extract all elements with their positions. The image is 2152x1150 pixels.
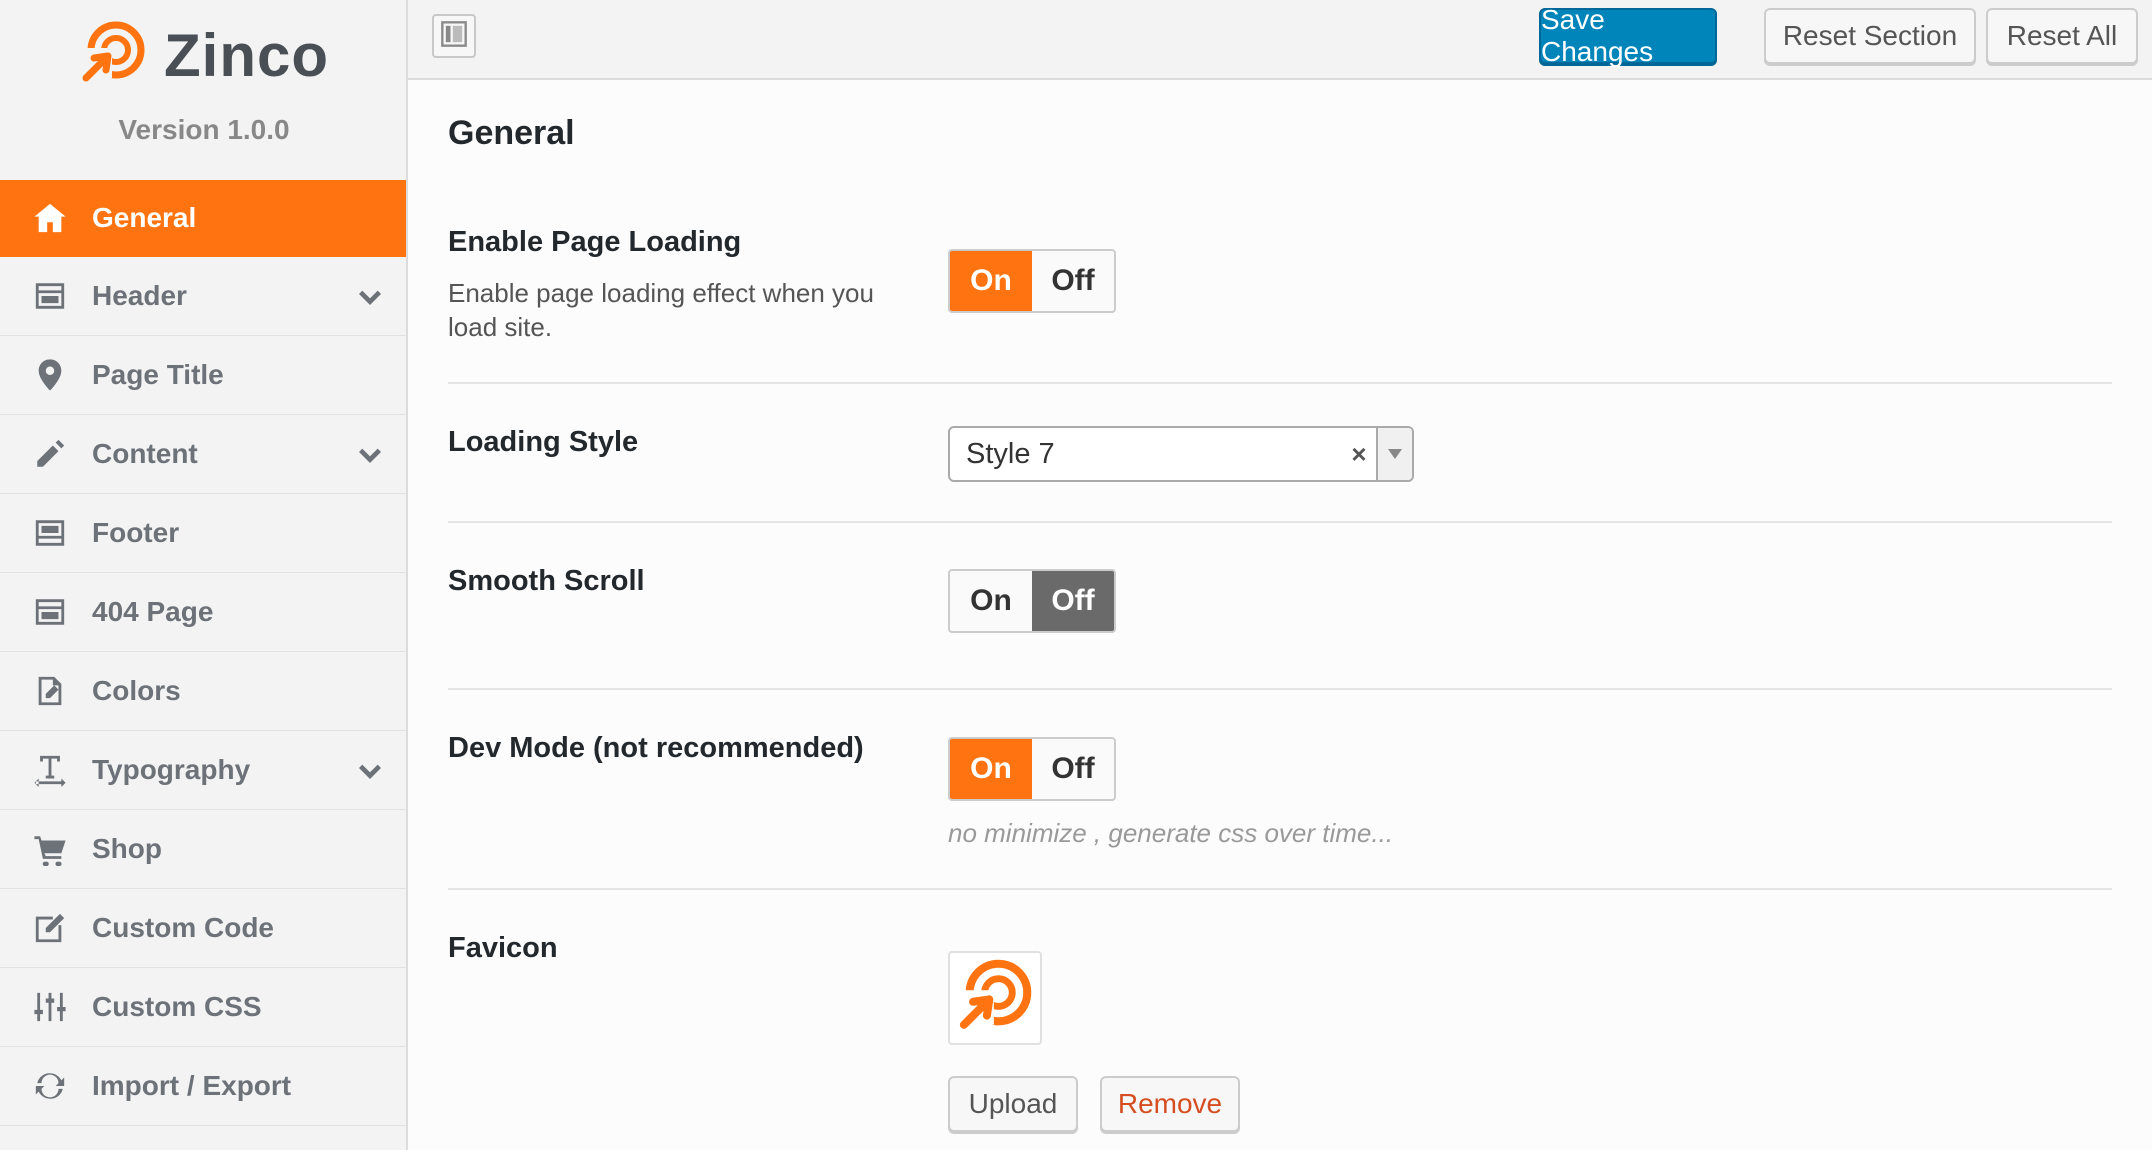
zinco-logo-icon xyxy=(957,958,1033,1039)
loading-style-select[interactable]: Style 7 × xyxy=(948,426,1414,482)
dev-mode-label: Dev Mode (not recommended) xyxy=(448,732,864,764)
expand-panel-button[interactable] xyxy=(432,14,476,58)
section-title: General xyxy=(448,114,575,152)
settings-panel: General Enable Page Loading Enable page … xyxy=(408,80,2152,1150)
remove-button[interactable]: Remove xyxy=(1100,1076,1240,1132)
save-changes-button[interactable]: Save Changes xyxy=(1539,4,1717,67)
toggle-off-option[interactable]: Off xyxy=(1032,739,1114,799)
sidebar-item-custom-code[interactable]: Custom Code xyxy=(0,889,406,968)
smooth-scroll-label: Smooth Scroll xyxy=(448,565,645,597)
sidebar-item-custom-css[interactable]: Custom CSS xyxy=(0,968,406,1047)
sidebar-item-shop[interactable]: Shop xyxy=(0,810,406,889)
layout-icon xyxy=(30,592,70,632)
layout-icon xyxy=(30,513,70,553)
home-icon xyxy=(30,198,70,238)
sidebar-item-404-page[interactable]: 404 Page xyxy=(0,573,406,652)
toggle-off-option[interactable]: Off xyxy=(1032,251,1114,311)
sidebar-item-label: General xyxy=(92,202,197,233)
sidebar-item-label: Page Title xyxy=(92,359,224,390)
reset-all-button[interactable]: Reset All xyxy=(1986,8,2138,64)
refresh-icon xyxy=(30,1066,70,1106)
logo[interactable]: Zinco xyxy=(80,20,329,91)
sidebar-item-label: 404 Page xyxy=(92,596,214,627)
sidebar-item-label: Import / Export xyxy=(92,1070,292,1101)
reset-section-button[interactable]: Reset Section xyxy=(1764,8,1976,64)
loading-style-label: Loading Style xyxy=(448,426,639,458)
dev-mode-toggle[interactable]: On Off xyxy=(948,737,1116,801)
sidebar-item-label: Footer xyxy=(92,517,180,548)
sidebar-item-import-export[interactable]: Import / Export xyxy=(0,1047,406,1126)
favicon-label: Favicon xyxy=(448,932,558,964)
sidebar-item-label: Header xyxy=(92,280,187,311)
edit-page-icon xyxy=(30,671,70,711)
clear-icon[interactable]: × xyxy=(1342,439,1376,470)
cart-icon xyxy=(30,829,70,869)
sidebar-item-page-title[interactable]: Page Title xyxy=(0,336,406,415)
layout-icon xyxy=(30,276,70,316)
sidebar-item-label: Typography xyxy=(92,754,251,785)
layout-toggle-icon xyxy=(440,20,468,53)
sidebar-item-header[interactable]: Header xyxy=(0,257,406,336)
sidebar-item-typography[interactable]: Typography xyxy=(0,731,406,810)
text-cursor-icon xyxy=(30,750,70,790)
select-value: Style 7 xyxy=(966,437,1055,470)
upload-button[interactable]: Upload xyxy=(948,1076,1078,1132)
divider xyxy=(448,382,2112,384)
favicon-preview xyxy=(948,951,1042,1045)
page-loading-label: Enable Page Loading xyxy=(448,226,742,258)
pencil-icon xyxy=(30,434,70,474)
sidebar-item-label: Content xyxy=(92,438,198,469)
divider xyxy=(448,688,2112,690)
dropdown-arrow-icon[interactable] xyxy=(1376,428,1412,480)
map-pin-icon xyxy=(30,355,70,395)
page-loading-description: Enable page loading effect when you load… xyxy=(448,278,874,342)
edit-square-icon xyxy=(30,908,70,948)
brand-header: Zinco Version 1.0.0 xyxy=(0,0,406,180)
chevron-down-icon[interactable] xyxy=(356,441,384,469)
toolbar: Save Changes Reset Section Reset All xyxy=(408,0,2152,80)
toggle-on-option[interactable]: On xyxy=(950,571,1032,631)
chevron-down-icon[interactable] xyxy=(356,283,384,311)
sidebar: Zinco Version 1.0.0 General Header Page … xyxy=(0,0,408,1150)
sidebar-item-label: Colors xyxy=(92,675,181,706)
sidebar-nav: General Header Page Title Content Footer… xyxy=(0,180,406,1126)
sidebar-item-colors[interactable]: Colors xyxy=(0,652,406,731)
toggle-on-option[interactable]: On xyxy=(950,739,1032,799)
sidebar-item-general[interactable]: General xyxy=(0,180,406,257)
divider xyxy=(448,521,2112,523)
sidebar-item-content[interactable]: Content xyxy=(0,415,406,494)
sidebar-item-label: Custom Code xyxy=(92,912,274,943)
dev-mode-hint: no minimize , generate css over time... xyxy=(948,818,1394,848)
version-label: Version 1.0.0 xyxy=(118,114,290,145)
sliders-icon xyxy=(30,987,70,1027)
sidebar-item-footer[interactable]: Footer xyxy=(0,494,406,573)
smooth-scroll-toggle[interactable]: On Off xyxy=(948,569,1116,633)
sidebar-item-label: Shop xyxy=(92,833,162,864)
brand-name: Zinco xyxy=(164,22,329,89)
divider xyxy=(448,888,2112,890)
zinco-logo-icon xyxy=(80,20,146,91)
page-loading-toggle[interactable]: On Off xyxy=(948,249,1116,313)
toggle-off-option[interactable]: Off xyxy=(1032,571,1114,631)
chevron-down-icon[interactable] xyxy=(356,757,384,785)
toggle-on-option[interactable]: On xyxy=(950,251,1032,311)
sidebar-item-label: Custom CSS xyxy=(92,991,262,1022)
